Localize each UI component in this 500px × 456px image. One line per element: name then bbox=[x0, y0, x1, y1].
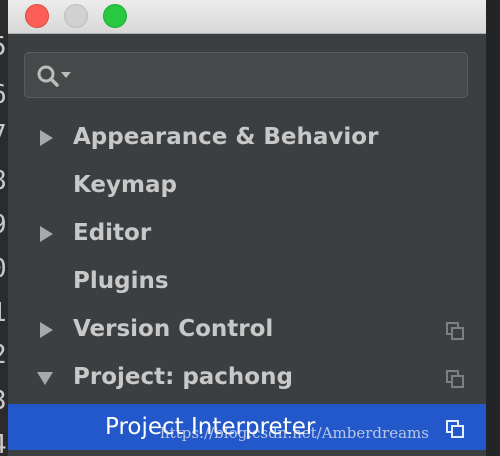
tree-item-appearance-behavior[interactable]: Appearance & Behavior bbox=[8, 114, 486, 160]
line-number: 2 bbox=[0, 342, 8, 368]
tree-item-label: Editor bbox=[73, 220, 152, 246]
minimize-window-button[interactable] bbox=[64, 4, 88, 28]
tree-item-label: Plugins bbox=[73, 268, 169, 294]
expand-arrow-icon[interactable] bbox=[37, 225, 55, 243]
settings-tree-panel: Appearance & Behavior Keymap Editor Plug… bbox=[8, 34, 486, 456]
settings-window-screenshot: 5 6 7 8 9 0 1 2 3 4 Appearance & Behavi bbox=[0, 0, 500, 456]
project-level-settings-icon bbox=[446, 322, 464, 340]
watermark: https://blog.csdn.net/Amberdreams bbox=[160, 424, 429, 442]
line-number: 3 bbox=[0, 388, 8, 414]
tree-item-plugins[interactable]: Plugins bbox=[8, 258, 486, 304]
expand-arrow-icon[interactable] bbox=[37, 129, 55, 147]
line-number: 8 bbox=[0, 168, 8, 194]
line-number: 0 bbox=[0, 256, 8, 282]
tree-item-editor[interactable]: Editor bbox=[8, 210, 486, 256]
tree-item-label: Keymap bbox=[73, 172, 177, 198]
line-number: 5 bbox=[0, 34, 8, 60]
project-level-settings-icon bbox=[446, 420, 464, 438]
line-number: 7 bbox=[0, 122, 8, 148]
expand-arrow-icon[interactable] bbox=[37, 321, 55, 339]
tree-item-label: Appearance & Behavior bbox=[73, 124, 379, 150]
line-number: 1 bbox=[0, 300, 8, 326]
search-icon[interactable] bbox=[36, 63, 76, 89]
title-bar[interactable] bbox=[8, 0, 486, 34]
line-number: 9 bbox=[0, 212, 8, 238]
zoom-window-button[interactable] bbox=[103, 4, 127, 28]
line-number: 4 bbox=[0, 432, 8, 456]
editor-line-number-gutter: 5 6 7 8 9 0 1 2 3 4 bbox=[0, 0, 8, 456]
tree-item-project[interactable]: Project: pachong bbox=[8, 354, 486, 400]
tree-item-label: Version Control bbox=[73, 316, 274, 342]
window-edge bbox=[486, 0, 500, 456]
tree-item-version-control[interactable]: Version Control bbox=[8, 306, 486, 352]
collapse-arrow-icon[interactable] bbox=[36, 369, 54, 387]
close-window-button[interactable] bbox=[25, 4, 49, 28]
project-level-settings-icon bbox=[446, 370, 464, 388]
tree-item-label: Project: pachong bbox=[73, 364, 293, 390]
settings-search-input[interactable] bbox=[24, 52, 468, 98]
tree-item-keymap[interactable]: Keymap bbox=[8, 162, 486, 208]
line-number: 6 bbox=[0, 82, 8, 108]
